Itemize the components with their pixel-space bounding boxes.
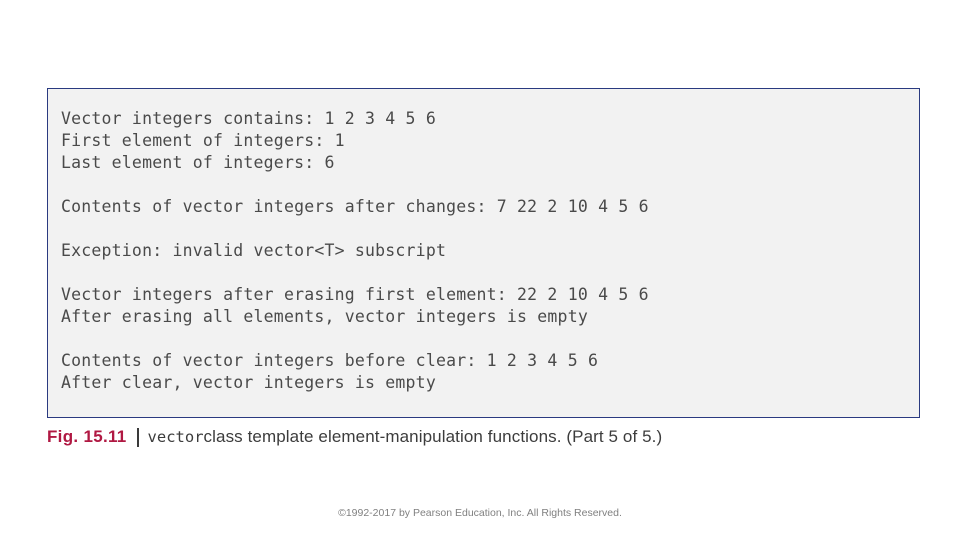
caption-divider [136,427,139,447]
caption-code-term: vector [147,428,204,446]
figure-number-label: Fig. 15.11 [47,427,127,446]
slide-canvas: Vector integers contains: 1 2 3 4 5 6 Fi… [0,0,960,540]
program-output-box: Vector integers contains: 1 2 3 4 5 6 Fi… [47,88,920,418]
copyright-footer: ©1992-2017 by Pearson Education, Inc. Al… [338,507,622,519]
program-output-text: Vector integers contains: 1 2 3 4 5 6 Fi… [61,109,649,392]
figure-caption: Fig. 15.11 vector class template element… [47,424,927,450]
caption-description: class template element-manipulation func… [203,427,663,446]
